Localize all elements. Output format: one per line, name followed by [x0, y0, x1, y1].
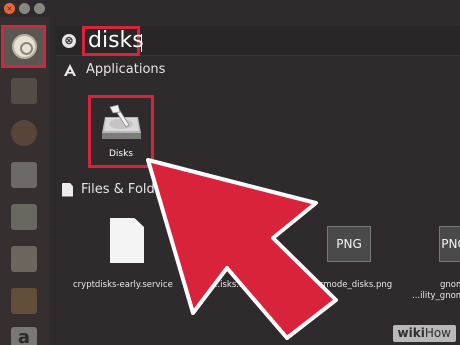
files-folders-section-header: Files & Folde [62, 182, 163, 197]
window-maximize-button[interactable] [34, 3, 45, 14]
file-label: usermode_disks.png [305, 280, 393, 290]
watermark-brand: wiki [397, 326, 425, 340]
text-cursor [141, 34, 142, 52]
document-icon [110, 218, 144, 263]
file-label: gnom [440, 280, 460, 290]
disks-app-label: Disks [108, 149, 134, 159]
files-category-icon [62, 182, 73, 197]
wikihow-watermark: wikiHow [392, 325, 456, 342]
impress-icon [11, 246, 37, 272]
amazon-icon: a [11, 327, 37, 345]
search-query-text: disks [88, 28, 144, 53]
file-result-disks-partial[interactable]: ...isks... [206, 218, 266, 300]
clear-search-icon[interactable]: ⊗ [62, 34, 76, 48]
software-center-icon [11, 288, 37, 314]
calc-icon [11, 204, 37, 230]
dash-search-bar: ⊗ disks [56, 26, 460, 56]
launcher-item-calc[interactable] [6, 199, 42, 235]
files-header-label: Files & Folde [81, 182, 163, 197]
launcher-item-amazon[interactable]: a [6, 322, 42, 345]
applications-section-header: Applications [62, 62, 165, 77]
launcher-item-firefox[interactable] [6, 115, 42, 151]
file-result-cryptdisks[interactable]: cryptdisks-early.service [73, 218, 205, 300]
watermark-suffix: How [424, 326, 451, 340]
window-controls: × [4, 3, 45, 14]
dash-home-button[interactable] [1, 25, 46, 68]
file-result-gnome-utility[interactable]: PNG gnom ...ility_gnom [412, 218, 460, 301]
window-close-button[interactable]: × [4, 3, 15, 14]
png-file-icon: PNG [327, 226, 371, 262]
ubuntu-dash-icon [12, 34, 37, 59]
launcher-sidebar: a [0, 17, 50, 345]
png-file-icon: PNG [439, 226, 460, 262]
launcher-item-software-center[interactable] [6, 283, 42, 319]
launcher-item-files[interactable] [6, 73, 42, 109]
writer-icon [11, 162, 37, 188]
launcher-item-impress[interactable] [6, 241, 42, 277]
file-result-usermode-disks[interactable]: PNG usermode_disks.png [305, 218, 405, 300]
search-input[interactable]: disks [82, 26, 144, 56]
disks-app-icon [102, 104, 141, 139]
file-label-line2: ...ility_gnom [412, 291, 460, 301]
applications-header-label: Applications [86, 62, 166, 77]
files-icon [11, 78, 37, 104]
applications-category-icon [64, 63, 76, 76]
window-minimize-button[interactable] [19, 3, 30, 14]
file-label: cryptdisks-early.service [73, 280, 173, 290]
document-icon [212, 218, 246, 263]
launcher-item-writer[interactable] [6, 157, 42, 193]
file-label: ...isks... [212, 280, 245, 290]
firefox-icon [11, 120, 37, 146]
disks-app-result[interactable]: Disks [88, 95, 154, 168]
